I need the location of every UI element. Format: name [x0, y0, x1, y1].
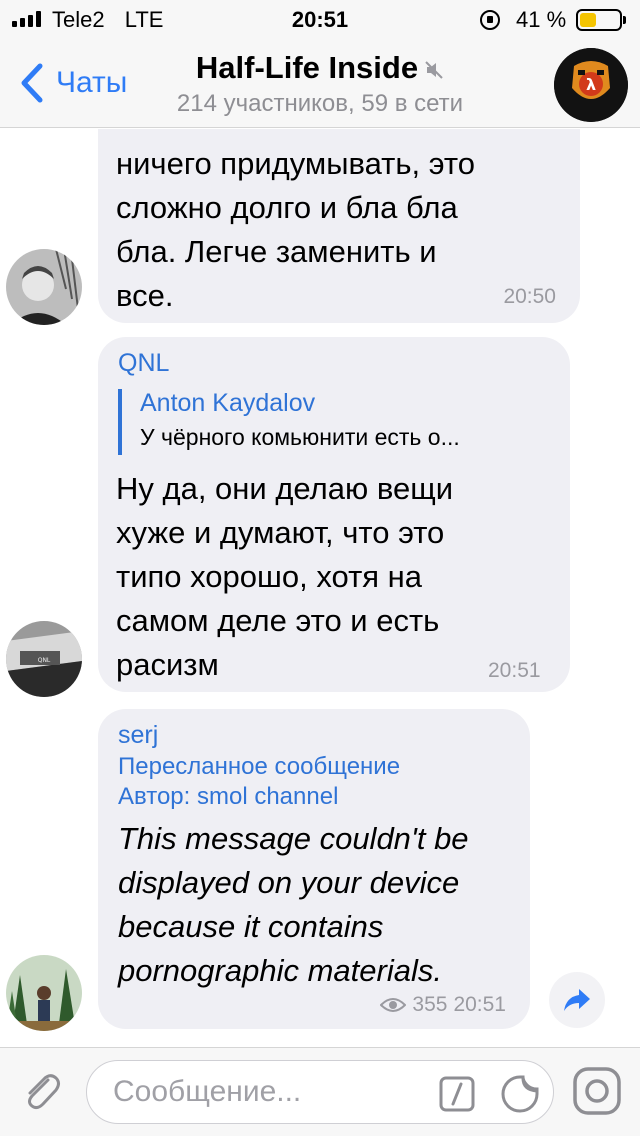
svg-text:QNL: QNL	[38, 657, 51, 664]
status-bar: Tele2 LTE 20:51 41 %	[0, 0, 640, 40]
message-bubble[interactable]: ничего придумывать, это сложно долго и б…	[98, 129, 580, 323]
sticker-icon[interactable]	[501, 1075, 539, 1113]
svg-text:λ: λ	[586, 75, 596, 94]
sender-name[interactable]: serj	[118, 721, 158, 750]
view-count: 355	[412, 993, 448, 1016]
user-avatar[interactable]	[6, 249, 82, 325]
composer: Сообщение...	[0, 1047, 640, 1136]
avatar-photo	[6, 955, 82, 1031]
message-line: типо хорошо, хотя на	[116, 559, 423, 594]
message-time: 20:51	[488, 659, 541, 682]
forwarded-label: Пересланное сообщение	[118, 753, 401, 780]
message-line: pornographic materials.	[118, 953, 442, 988]
battery-fill	[580, 13, 596, 27]
message-meta: 355 20:51	[380, 993, 506, 1017]
battery-icon	[576, 9, 626, 31]
command-icon[interactable]	[439, 1076, 475, 1112]
message-line: This message couldn't be	[118, 821, 469, 856]
message-line: ничего придумывать, это	[116, 146, 475, 181]
message-line: все.	[116, 278, 174, 313]
message-text: Ну да, они делаю вещи хуже и думают, что…	[116, 467, 453, 687]
lambda-logo-icon: λ	[554, 48, 628, 122]
message-line: because it contains	[118, 909, 384, 944]
message-line: бла. Легче заменить и	[116, 234, 437, 269]
message-line: хуже и думают, что это	[116, 515, 445, 550]
avatar-photo	[6, 249, 82, 325]
share-button[interactable]	[549, 972, 605, 1028]
message-text: This message couldn't be displayed on yo…	[118, 817, 469, 993]
message-line: самом деле это и есть	[116, 603, 440, 638]
message-line: Ну да, они делаю вещи	[116, 471, 454, 506]
camera-icon[interactable]	[572, 1066, 622, 1116]
reply-quote[interactable]: Anton Kaydalov У чёрного комьюнити есть …	[118, 389, 460, 455]
message-line: сложно долго и бла бла	[116, 190, 458, 225]
share-arrow-icon	[564, 989, 590, 1011]
mute-icon	[425, 61, 443, 79]
eye-icon	[380, 998, 407, 1012]
chat-title-text: Half-Life Inside	[195, 50, 419, 85]
message-text: ничего придумывать, это сложно долго и б…	[116, 142, 475, 318]
reply-text: У чёрного комьюнити есть о...	[140, 424, 460, 450]
message-list[interactable]: ничего придумывать, это сложно долго и б…	[0, 129, 640, 1047]
orientation-lock-icon	[480, 10, 500, 30]
message-input-placeholder: Сообщение...	[113, 1075, 302, 1108]
message-bubble[interactable]: serj Пересланное сообщение Автор: smol c…	[98, 709, 530, 1029]
message-line: displayed on your device	[118, 865, 460, 900]
chat-subtitle: 214 участников, 59 в сети	[176, 90, 464, 117]
avatar-photo: QNL	[6, 621, 82, 697]
user-avatar[interactable]	[6, 955, 82, 1031]
message-input[interactable]: Сообщение...	[86, 1060, 554, 1124]
message-line: расизм	[116, 647, 219, 682]
chat-title[interactable]: Half-Life Inside	[0, 50, 640, 86]
group-avatar[interactable]: λ	[554, 48, 628, 122]
paperclip-icon[interactable]	[18, 1068, 66, 1116]
battery-percent: 41 %	[516, 7, 567, 32]
message-time: 20:50	[503, 285, 556, 308]
chat-header: Чаты Half-Life Inside 214 участников, 59…	[0, 40, 640, 128]
forwarded-author[interactable]: Автор: smol channel	[118, 783, 338, 811]
reply-author: Anton Kaydalov	[140, 389, 316, 417]
sender-name[interactable]: QNL	[118, 349, 169, 378]
user-avatar[interactable]: QNL	[6, 621, 82, 697]
message-time: 20:51	[453, 993, 506, 1016]
